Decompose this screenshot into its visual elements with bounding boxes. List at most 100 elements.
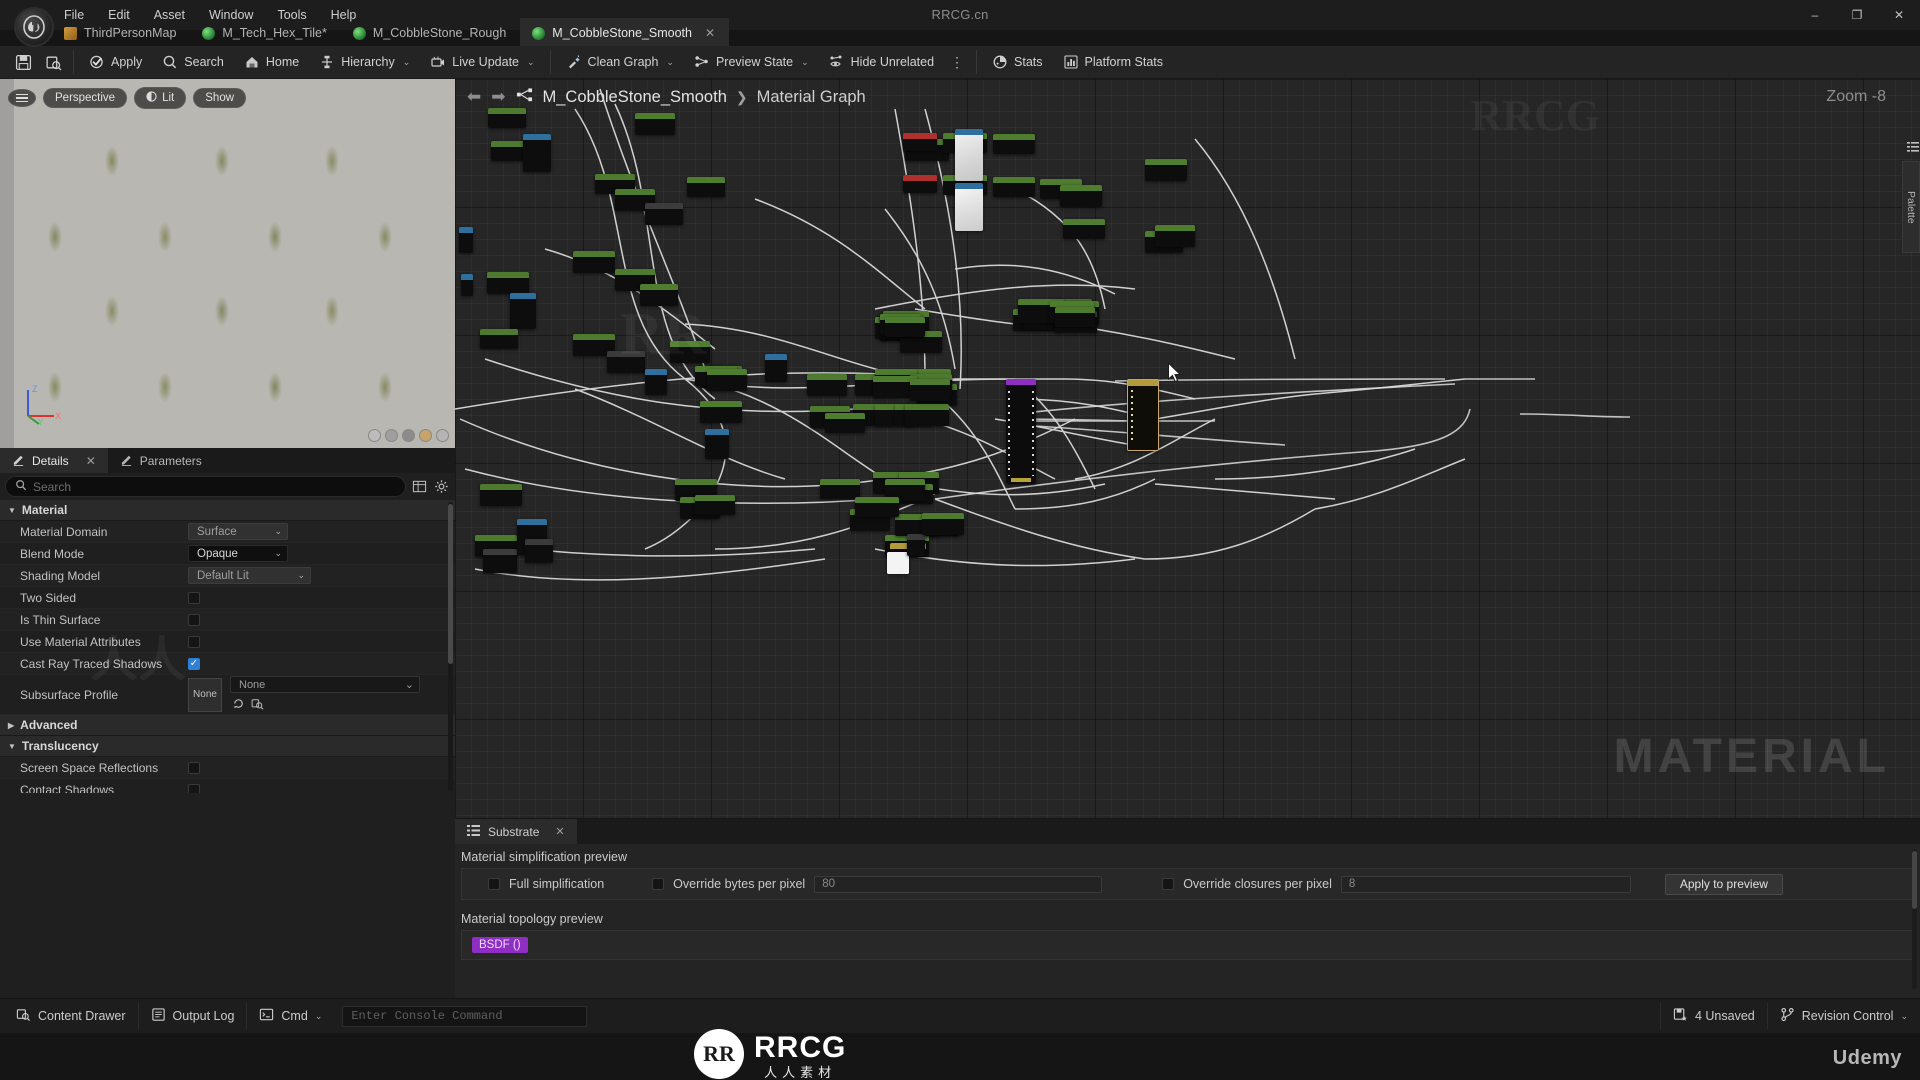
graph-node[interactable] <box>807 374 847 396</box>
graph-node[interactable] <box>695 495 735 515</box>
graph-node-substrate-slab[interactable] <box>1006 379 1036 484</box>
console-command-input[interactable]: Enter Console Command <box>342 1005 588 1027</box>
hierarchy-button[interactable]: Hierarchy ⌄ <box>309 48 420 77</box>
property-row-cast-ray-traced-shadows[interactable]: Cast Ray Traced Shadows <box>0 653 455 675</box>
unsaved-assets-button[interactable]: 4 Unsaved <box>1659 1003 1767 1029</box>
stats-button[interactable]: Stats <box>982 48 1053 77</box>
search-button[interactable]: Search <box>152 48 234 77</box>
viewport-show-button[interactable]: Show <box>193 88 247 108</box>
live-update-button[interactable]: Live Update ⌄ <box>420 48 544 77</box>
graph-node[interactable] <box>825 413 865 433</box>
use-material-attributes-checkbox[interactable] <box>188 635 200 648</box>
chevron-down-icon[interactable]: ⌄ <box>801 57 809 68</box>
preview-shape-sphere-icon[interactable] <box>419 429 432 442</box>
graph-node[interactable] <box>525 539 553 563</box>
subsurface-profile-thumbnail[interactable]: None <box>188 677 222 712</box>
category-advanced[interactable]: ▶ Advanced <box>0 715 455 736</box>
blend-mode-dropdown[interactable]: Opaque ⌄ <box>188 545 288 562</box>
substrate-scrollbar-thumb[interactable] <box>1912 851 1917 909</box>
graph-node[interactable] <box>645 203 683 225</box>
preview-shape-cylinder-icon[interactable] <box>368 429 381 442</box>
forward-arrow-icon[interactable]: ➡ <box>491 87 505 107</box>
graph-node[interactable] <box>480 484 522 506</box>
chevron-down-icon[interactable]: ⌄ <box>403 57 411 68</box>
close-icon[interactable]: ✕ <box>86 454 96 468</box>
graph-node-texture-param[interactable] <box>903 133 937 151</box>
close-icon[interactable]: ✕ <box>555 825 564 838</box>
menu-tools[interactable]: Tools <box>265 4 318 26</box>
graph-node[interactable] <box>607 351 645 373</box>
graph-node[interactable] <box>910 379 950 401</box>
graph-node[interactable] <box>707 369 747 391</box>
preview-state-button[interactable]: Preview State ⌄ <box>684 48 819 77</box>
chevron-down-icon[interactable]: ⌄ <box>666 57 674 68</box>
graph-node-constant[interactable] <box>887 552 909 574</box>
graph-node-texture-sample[interactable] <box>955 129 983 181</box>
hide-unrelated-button[interactable]: Hide Unrelated <box>819 48 944 77</box>
graph-node[interactable] <box>993 177 1035 197</box>
details-property-list[interactable]: ▼ Material Material Domain Surface ⌄ Ble… <box>0 500 455 793</box>
graph-node[interactable] <box>670 341 710 363</box>
graph-node[interactable] <box>480 329 518 349</box>
asset-tab-mcobblestonesmooth[interactable]: M_CobbleStone_Smooth ✕ <box>520 18 730 48</box>
graph-node[interactable] <box>905 404 949 426</box>
graph-node[interactable] <box>523 134 551 172</box>
cast-ray-traced-shadows-checkbox[interactable] <box>188 657 200 670</box>
breadcrumb-root[interactable]: M_CobbleStone_Smooth <box>543 88 727 107</box>
preview-shape-cube-icon[interactable] <box>385 429 398 442</box>
unreal-engine-logo[interactable] <box>14 7 54 47</box>
property-row-shading-model[interactable]: Shading Model Default Lit ⌄ <box>0 565 455 587</box>
graph-node[interactable] <box>487 272 529 294</box>
graph-node[interactable] <box>510 293 536 329</box>
category-translucency[interactable]: ▼ Translucency <box>0 736 455 757</box>
cmd-dropdown-button[interactable]: Cmd ⌄ <box>247 1003 334 1029</box>
full-simplification-control[interactable]: Full simplification <box>488 877 604 891</box>
graph-node[interactable] <box>765 354 787 382</box>
graph-node[interactable] <box>635 113 675 135</box>
tab-substrate[interactable]: Substrate ✕ <box>455 819 577 844</box>
chevron-down-icon[interactable]: ⌄ <box>315 1011 323 1022</box>
shading-model-dropdown[interactable]: Default Lit ⌄ <box>188 567 311 584</box>
full-simplification-checkbox[interactable] <box>488 878 500 890</box>
palette-list-icon[interactable] <box>1907 141 1919 156</box>
save-icon[interactable] <box>8 48 38 76</box>
viewport-perspective-button[interactable]: Perspective <box>43 88 128 108</box>
close-icon[interactable]: ✕ <box>705 26 715 40</box>
material-domain-dropdown[interactable]: Surface ⌄ <box>188 523 288 540</box>
is-thin-surface-checkbox[interactable] <box>188 613 200 626</box>
graph-node[interactable] <box>640 284 678 306</box>
menu-edit[interactable]: Edit <box>96 4 142 26</box>
subsurface-profile-asset-picker[interactable]: None ⌄ <box>230 676 420 693</box>
preview-shape-custom-icon[interactable] <box>436 429 449 442</box>
details-search-input[interactable]: Search <box>5 476 406 497</box>
graph-node[interactable] <box>820 479 860 499</box>
graph-node[interactable] <box>1063 219 1105 239</box>
menu-file[interactable]: File <box>52 4 96 26</box>
graph-node[interactable] <box>700 401 742 423</box>
menu-asset[interactable]: Asset <box>142 4 197 26</box>
apply-to-preview-button[interactable]: Apply to preview <box>1664 873 1783 895</box>
browse-to-asset-icon[interactable] <box>251 697 264 713</box>
graph-node[interactable] <box>1055 307 1095 327</box>
override-bytes-input[interactable]: 80 <box>814 875 1103 893</box>
graph-node[interactable] <box>922 513 964 535</box>
apply-button[interactable]: Apply <box>79 48 152 77</box>
column-view-icon[interactable] <box>411 478 428 495</box>
graph-node-texture-param[interactable] <box>903 175 937 193</box>
browse-to-asset-icon[interactable] <box>38 48 68 76</box>
details-scrollbar-thumb[interactable] <box>448 504 453 664</box>
chevron-down-icon[interactable]: ▼ <box>8 506 16 515</box>
content-drawer-button[interactable]: Content Drawer <box>4 1003 139 1029</box>
override-bytes-control[interactable]: Override bytes per pixel 80 <box>652 875 1103 893</box>
override-closures-input[interactable]: 8 <box>1340 875 1631 893</box>
chevron-right-icon[interactable]: ▶ <box>8 721 14 730</box>
home-button[interactable]: Home <box>234 48 309 77</box>
graph-node[interactable] <box>645 369 667 395</box>
settings-gear-icon[interactable] <box>433 478 450 495</box>
graph-node[interactable] <box>1155 225 1195 247</box>
contact-shadows-checkbox[interactable] <box>188 783 200 793</box>
override-closures-checkbox[interactable] <box>1162 878 1175 890</box>
property-row-two-sided[interactable]: Two Sided <box>0 587 455 609</box>
property-row-screen-space-reflections[interactable]: Screen Space Reflections <box>0 757 455 779</box>
menu-window[interactable]: Window <box>197 4 265 26</box>
